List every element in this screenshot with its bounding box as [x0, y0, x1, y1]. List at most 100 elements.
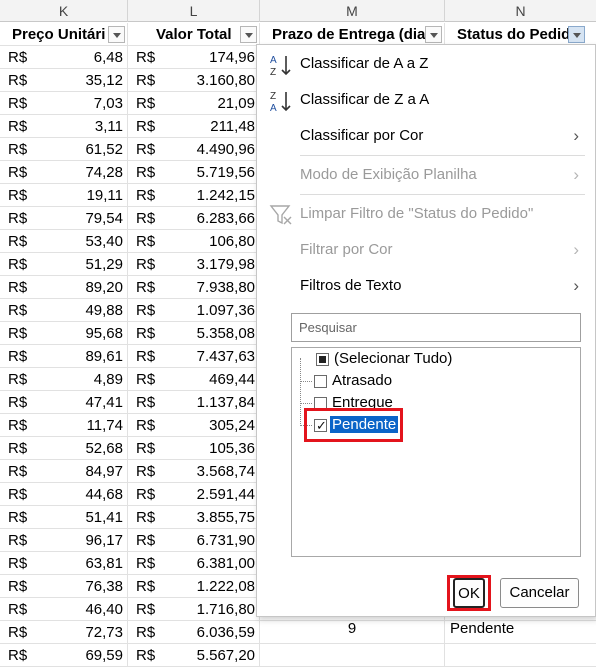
total-value-cell[interactable]: R$ 174,96 — [128, 46, 260, 69]
checkbox-select-all[interactable] — [316, 353, 329, 366]
svg-text:Z: Z — [270, 91, 276, 102]
total-value-cell[interactable]: R$ 1.097,36 — [128, 299, 260, 322]
currency-label: R$ — [8, 95, 28, 112]
menu-item-label: Classificar de A a Z — [300, 55, 429, 72]
unit-price-value: 47,41 — [85, 394, 123, 411]
unit-price-value: 11,74 — [86, 417, 123, 434]
total-value: 469,44 — [209, 371, 255, 388]
unit-price-cell[interactable]: R$ 47,41 — [0, 391, 128, 414]
column-m-header[interactable]: M — [260, 0, 445, 22]
unit-price-value: 79,54 — [85, 210, 123, 227]
search-input[interactable]: Pesquisar — [291, 313, 581, 342]
currency-label: R$ — [136, 486, 156, 503]
total-value-cell[interactable]: R$ 105,36 — [128, 437, 260, 460]
total-value-cell[interactable]: R$ 7.938,80 — [128, 276, 260, 299]
unit-price-cell[interactable]: R$ 61,52 — [0, 138, 128, 161]
unit-price-cell[interactable]: R$ 7,03 — [0, 92, 128, 115]
list-item-select-all[interactable]: (Selecionar Tudo) — [292, 348, 552, 370]
chevron-right-icon: › — [573, 165, 579, 184]
total-value-cell[interactable]: R$ 211,48 — [128, 115, 260, 138]
unit-price-cell[interactable]: R$ 74,28 — [0, 161, 128, 184]
currency-label: R$ — [8, 348, 28, 365]
column-l-header[interactable]: L — [128, 0, 260, 22]
currency-label: R$ — [8, 49, 28, 66]
unit-price-cell[interactable]: R$ 4,89 — [0, 368, 128, 391]
cancel-button[interactable]: Cancelar — [500, 578, 579, 608]
total-value-cell[interactable]: R$ 3.855,75 — [128, 506, 260, 529]
unit-price-cell[interactable]: R$ 63,81 — [0, 552, 128, 575]
unit-price-cell[interactable]: R$ 84,97 — [0, 460, 128, 483]
total-value: 6.381,00 — [196, 555, 255, 572]
total-value-cell[interactable]: R$ 3.160,80 — [128, 69, 260, 92]
unit-price-cell[interactable]: R$ 79,54 — [0, 207, 128, 230]
currency-label: R$ — [136, 509, 156, 526]
unit-price-cell[interactable]: R$ 89,20 — [0, 276, 128, 299]
total-value-cell[interactable]: R$ 6.731,90 — [128, 529, 260, 552]
column-n-header[interactable]: N — [445, 0, 596, 22]
total-value-cell[interactable]: R$ 6.381,00 — [128, 552, 260, 575]
currency-label: R$ — [8, 141, 28, 158]
unit-price-cell[interactable]: R$ 51,29 — [0, 253, 128, 276]
list-item-atrasado[interactable]: Atrasado — [292, 370, 552, 392]
total-value-cell[interactable]: R$ 1.242,15 — [128, 184, 260, 207]
unit-price-cell[interactable]: R$ 52,68 — [0, 437, 128, 460]
total-value: 2.591,44 — [196, 486, 255, 503]
total-value-cell[interactable]: R$ 2.591,44 — [128, 483, 260, 506]
menu-item-clear-filter: Limpar Filtro de "Status do Pedido" — [257, 197, 595, 231]
unit-price-cell[interactable]: R$ 11,74 — [0, 414, 128, 437]
unit-price-cell[interactable]: R$ 6,48 — [0, 46, 128, 69]
total-value-cell[interactable]: R$ 3.179,98 — [128, 253, 260, 276]
unit-price-cell[interactable]: R$ 89,61 — [0, 345, 128, 368]
total-value-cell[interactable]: R$ 5.358,08 — [128, 322, 260, 345]
menu-item-text-filters[interactable]: Filtros de Texto › — [257, 269, 595, 303]
chevron-right-icon: › — [573, 276, 579, 295]
unit-price-value: 53,40 — [85, 233, 123, 250]
currency-label: R$ — [136, 463, 156, 480]
total-value-cell[interactable]: R$ 106,80 — [128, 230, 260, 253]
unit-price-cell[interactable]: R$ 95,68 — [0, 322, 128, 345]
unit-price-cell[interactable]: R$ 44,68 — [0, 483, 128, 506]
unit-price-value: 96,17 — [85, 532, 123, 549]
column-k-header[interactable]: K — [0, 0, 128, 22]
unit-price-value: 44,68 — [85, 486, 123, 503]
unit-price-cell[interactable]: R$ 51,41 — [0, 506, 128, 529]
total-value-cell[interactable]: R$ 3.568,74 — [128, 460, 260, 483]
menu-item-sort-by-color[interactable]: Classificar por Cor › — [257, 119, 595, 153]
total-value-cell[interactable]: R$ 5.719,56 — [128, 161, 260, 184]
unit-price-cell[interactable]: R$ 96,17 — [0, 529, 128, 552]
status-cell[interactable] — [445, 644, 596, 667]
unit-price-cell[interactable]: R$ 69,59 — [0, 644, 128, 667]
unit-price-cell[interactable]: R$ 19,11 — [0, 184, 128, 207]
total-value: 1.242,15 — [196, 187, 255, 204]
unit-price-cell[interactable]: R$ 3,11 — [0, 115, 128, 138]
unit-price-cell[interactable]: R$ 49,88 — [0, 299, 128, 322]
total-value-cell[interactable]: R$ 6.283,66 — [128, 207, 260, 230]
menu-separator — [300, 155, 585, 156]
total-value-cell[interactable]: R$ 21,09 — [128, 92, 260, 115]
unit-price-cell[interactable]: R$ 76,38 — [0, 575, 128, 598]
unit-price-cell[interactable]: R$ 53,40 — [0, 230, 128, 253]
menu-separator — [300, 194, 585, 195]
filter-dropdown-button[interactable] — [108, 26, 125, 43]
currency-label: R$ — [8, 210, 28, 227]
unit-price-value: 69,59 — [85, 647, 123, 664]
currency-label: R$ — [136, 440, 156, 457]
menu-item-sort-a-z[interactable]: A Z Classificar de A a Z — [257, 47, 595, 81]
ok-button[interactable]: OK — [453, 578, 485, 608]
total-value-cell[interactable]: R$ 4.490,96 — [128, 138, 260, 161]
total-value-cell[interactable]: R$ 7.437,63 — [128, 345, 260, 368]
filter-values-list[interactable]: (Selecionar Tudo) Atrasado Entregue Pend… — [291, 347, 581, 557]
column-header-bar: K L M N — [0, 0, 596, 22]
total-value-cell[interactable]: R$ 469,44 — [128, 368, 260, 391]
total-value-cell[interactable]: R$ 5.567,20 — [128, 644, 260, 667]
total-value-cell[interactable]: R$ 1.137,84 — [128, 391, 260, 414]
prazo-cell[interactable] — [260, 644, 445, 667]
filter-dropdown-button[interactable] — [240, 26, 257, 43]
unit-price-cell[interactable]: R$ 35,12 — [0, 69, 128, 92]
filter-dropdown-button[interactable] — [425, 26, 442, 43]
total-value-cell[interactable]: R$ 1.222,08 — [128, 575, 260, 598]
total-value-cell[interactable]: R$ 305,24 — [128, 414, 260, 437]
menu-item-sort-z-a[interactable]: Z A Classificar de Z a A — [257, 83, 595, 117]
unit-price-value: 95,68 — [85, 325, 123, 342]
checkbox-atrasado[interactable] — [314, 375, 327, 388]
